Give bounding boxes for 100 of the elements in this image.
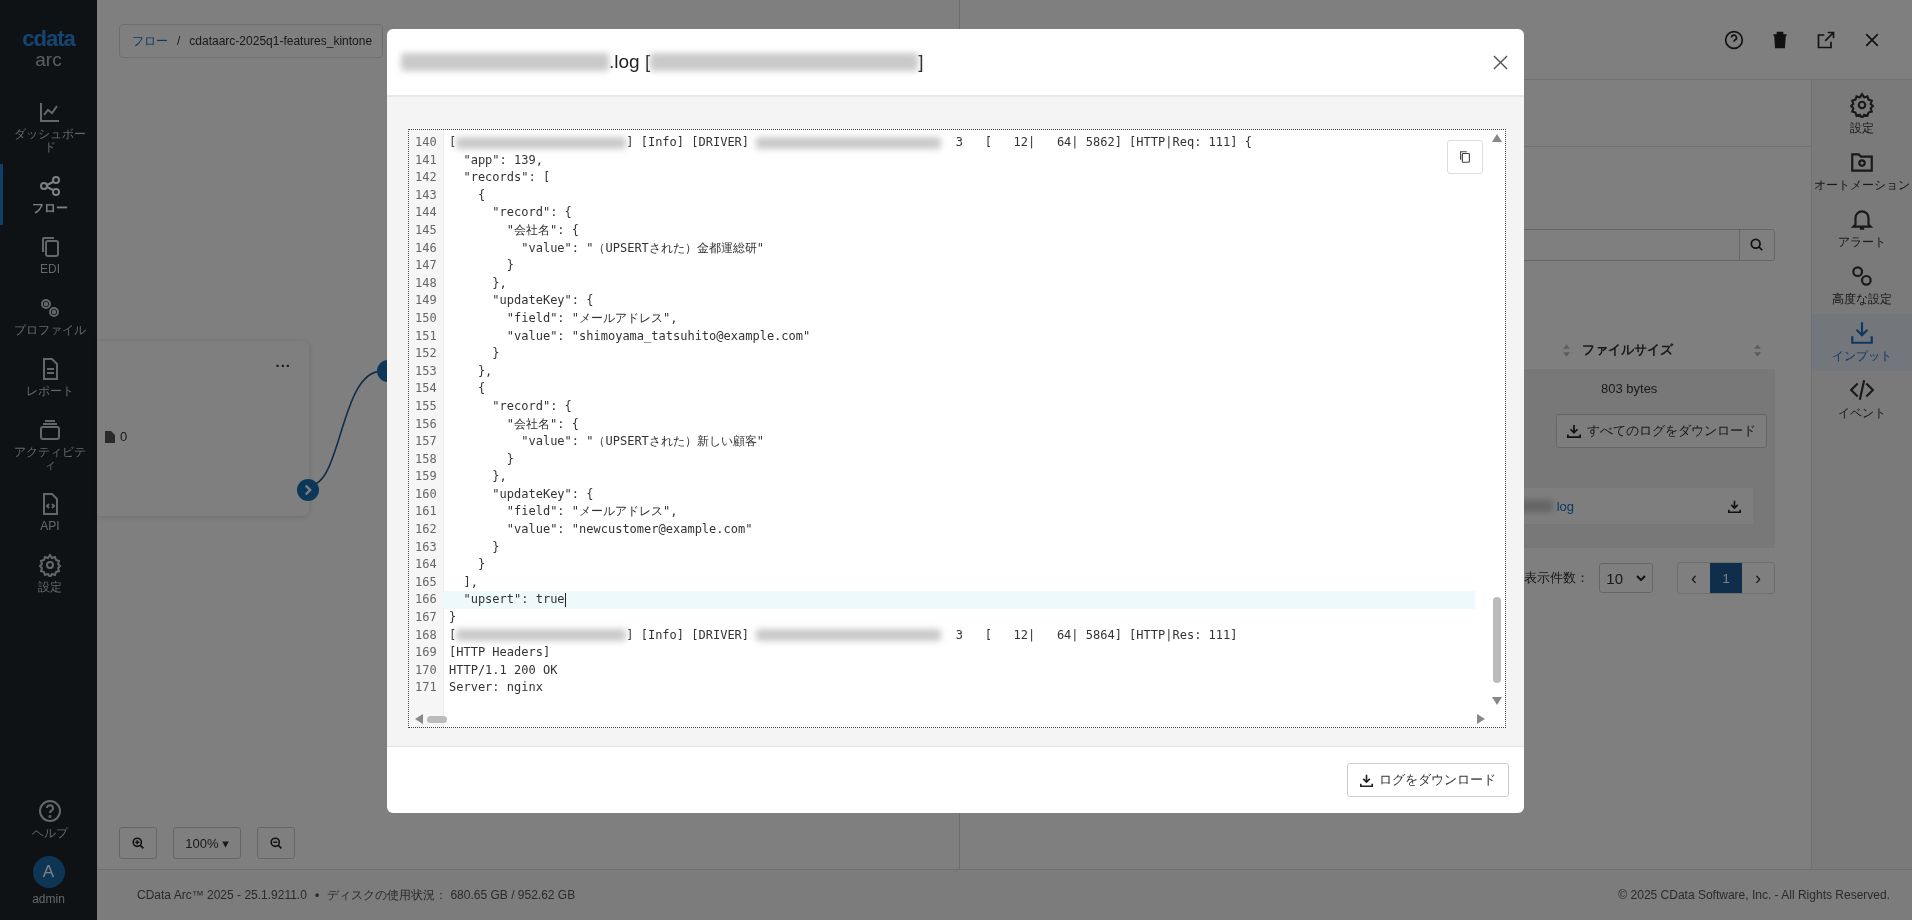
line-number: 159 (414, 468, 438, 486)
table-cell-text: 803 bytes (1601, 381, 1659, 396)
code-text: "updateKey": { (491, 485, 594, 503)
code-text: } (449, 609, 457, 627)
line-number: 157 (414, 433, 438, 451)
line-number: 160 (414, 485, 438, 503)
flow-node[interactable]: ... 0 (97, 341, 309, 516)
rail-icon (1849, 263, 1875, 289)
help-icon[interactable] (1724, 29, 1744, 50)
download-log-button[interactable]: ログをダウンロード (1347, 763, 1509, 797)
disk-usage-text: ディスクの使用状況： 680.65 GB / 952.62 GB (327, 886, 576, 904)
previous-page-button[interactable]: ‹ (1678, 563, 1710, 593)
code-text: } (491, 538, 500, 556)
scroll-up-icon[interactable] (1492, 134, 1502, 142)
line-number: 140 (414, 134, 438, 151)
line-number: 168 (414, 626, 438, 644)
scroll-right-icon[interactable] (1477, 714, 1485, 724)
code-text: ], (462, 573, 478, 591)
port-icon[interactable] (297, 479, 319, 501)
code-text: } (476, 556, 486, 574)
code-text: "value": "（UPSERTされた）金都運総研" (520, 239, 765, 257)
code-text: ] [Info] [DRIVER] (626, 134, 751, 151)
code-text: "record": { (491, 397, 572, 415)
line-number: 162 (414, 521, 438, 539)
nav-item[interactable]: レポート (0, 347, 97, 408)
line-number: 151 (414, 327, 438, 345)
download-icon (1567, 424, 1581, 438)
trash-icon[interactable] (1770, 29, 1790, 50)
zoom-out-button[interactable] (257, 827, 295, 859)
rail-item[interactable]: インプット (1812, 314, 1912, 371)
nav-item[interactable]: API (0, 482, 97, 543)
file-count: 0 (120, 429, 128, 444)
line-number: 156 (414, 415, 438, 433)
code-text: }, (491, 274, 507, 292)
scroll-down-icon[interactable] (1492, 697, 1502, 705)
logo-product: arc (35, 50, 62, 70)
code-text: [ (449, 626, 457, 644)
rail-icon (1849, 320, 1875, 346)
nav-item[interactable]: アクティビティ (0, 408, 97, 482)
per-page-select[interactable]: 10 (1599, 563, 1653, 593)
rail-item[interactable]: 設定 (1812, 86, 1912, 143)
rail-item[interactable]: オートメーション (1812, 143, 1912, 200)
download-all-button[interactable]: すべてのログをダウンロード (1556, 414, 1767, 448)
help-item[interactable]: ヘルプ (0, 789, 97, 850)
code-text: }, (476, 362, 493, 380)
rail-item[interactable]: アラート (1812, 200, 1912, 257)
line-number: 154 (414, 380, 438, 398)
copy-button[interactable] (1447, 140, 1483, 174)
more-button[interactable]: ... (275, 353, 291, 370)
nav-icon (38, 418, 62, 442)
nav-label: 設定 (38, 581, 62, 594)
line-number: 165 (414, 573, 438, 591)
page-button[interactable]: 1 (1710, 563, 1742, 593)
log-file-link[interactable]: log (1556, 498, 1574, 514)
nav-label: アクティビティ (13, 446, 87, 472)
scrollbar-thumb[interactable] (1493, 597, 1501, 683)
code-text: "updateKey": { (491, 292, 594, 310)
zoom-in-button[interactable] (119, 827, 157, 859)
breadcrumb-link[interactable]: フロー (132, 32, 168, 50)
zoom-level-dropdown[interactable]: 100% ▾ (173, 827, 241, 859)
rail-item[interactable]: イベント (1812, 371, 1912, 428)
code-text: { (476, 186, 486, 204)
next-page-button[interactable]: › (1742, 563, 1774, 593)
external-link-icon[interactable] (1816, 29, 1836, 50)
download-icon[interactable] (1728, 499, 1741, 513)
copyright-text: © 2025 CData Software, Inc. - All Rights Reserved. (1618, 888, 1890, 902)
nav-item[interactable]: ダッシュボード (0, 90, 97, 164)
line-number: 153 (414, 362, 438, 380)
code-text: [HTTP Headers] (449, 644, 551, 662)
line-number: 155 (414, 397, 438, 415)
scroll-left-icon[interactable] (415, 714, 423, 724)
code-text: "field": "メールアドレス", (505, 309, 678, 327)
code-text: { (476, 380, 486, 398)
code-text: "value": "shimoyama_tatsuhito@example.com" (505, 327, 811, 345)
line-number: 170 (414, 661, 438, 679)
nav-item[interactable]: 設定 (0, 543, 97, 604)
code-text: "upsert": true (462, 591, 565, 609)
column-header[interactable]: ファイルサイズ (1582, 341, 1742, 359)
nav-item[interactable]: EDI (0, 225, 97, 286)
code-text: 3 [ 12| 64| 5864] [HTTP|Res: 111] (954, 626, 1238, 644)
chevron-down-icon (1635, 575, 1646, 581)
rail-label: アラート (1838, 234, 1886, 251)
nav-label: EDI (40, 263, 60, 276)
nav-label: ダッシュボード (13, 128, 87, 154)
line-number: 144 (414, 204, 438, 222)
file-icon (105, 430, 115, 443)
line-number: 148 (414, 274, 438, 292)
line-number: 141 (414, 151, 438, 169)
text-cursor (564, 593, 566, 608)
line-number: 142 (414, 169, 438, 187)
separator-dot: • (314, 888, 320, 902)
code-text: "value": "newcustomer@example.com" (505, 521, 753, 539)
code-text: "field": "メールアドレス", (505, 503, 678, 521)
user-avatar[interactable]: A (32, 856, 65, 888)
close-icon[interactable] (1493, 54, 1508, 70)
code-text: } (505, 257, 515, 275)
code-text: "会社名": { (505, 221, 579, 239)
nav-item[interactable]: フロー (0, 164, 97, 225)
rail-item[interactable]: 高度な設定 (1812, 257, 1912, 314)
scrollbar-thumb[interactable] (427, 715, 447, 723)
